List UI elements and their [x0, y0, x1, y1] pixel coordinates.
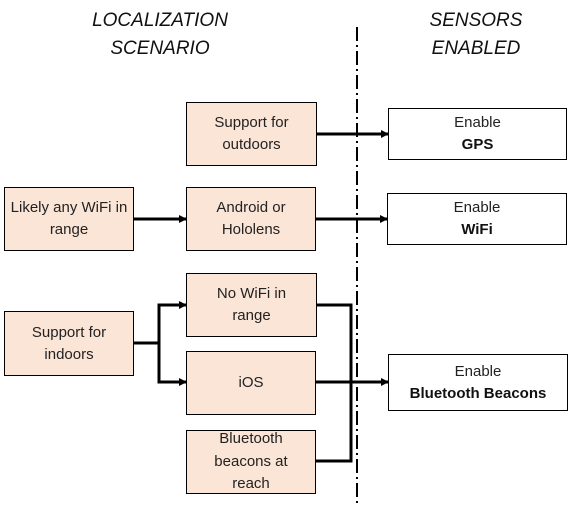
sensor-bluetooth: Enable Bluetooth Beacons [388, 354, 568, 411]
scenario-outdoors-label: Support for outdoors [214, 114, 289, 153]
arrow-indoors-nowifi [134, 301, 187, 345]
scenario-wifi-range: Likely any WiFi in range [4, 187, 134, 251]
arrow-indoors-ios [157, 343, 187, 386]
scenario-android: Android or Hololens [186, 187, 316, 251]
scenario-wifi-range-label: Likely any WiFi in range [10, 199, 128, 238]
scenario-ios: iOS [186, 351, 316, 415]
sensor-gps-name: GPS [461, 136, 494, 153]
sensor-bluetooth-name: Bluetooth Beacons [409, 384, 547, 402]
scenario-no-wifi-label: No WiFi in range [216, 285, 287, 324]
scenario-beacons-label: Bluetooth beacons at reach [214, 430, 288, 493]
scenario-outdoors: Support for outdoors [186, 102, 317, 166]
sensor-wifi-name: WiFi [461, 221, 493, 238]
sensor-bluetooth-action: Enable [454, 362, 502, 380]
sensor-gps: Enable GPS [388, 108, 567, 160]
scenario-indoors: Support for indoors [4, 311, 134, 376]
sensor-gps-action: Enable [454, 114, 501, 131]
sensor-wifi-action: Enable [453, 199, 501, 216]
scenario-no-wifi: No WiFi in range [186, 273, 317, 337]
scenario-indoors-label: Support for indoors [31, 323, 107, 363]
scenario-android-label: Android or Hololens [216, 199, 286, 238]
scenario-beacons: Bluetooth beacons at reach [186, 430, 316, 494]
scenario-ios-label: iOS [238, 374, 264, 391]
sensor-wifi: Enable WiFi [387, 193, 567, 245]
